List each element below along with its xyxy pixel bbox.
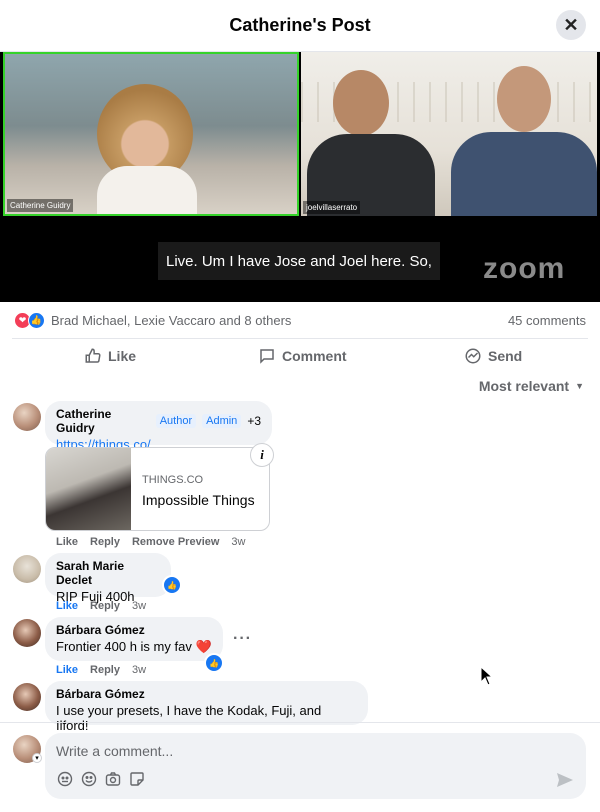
remove-preview-link[interactable]: Remove Preview <box>132 536 219 548</box>
preview-domain: THINGS.CO <box>142 474 204 486</box>
avatar[interactable] <box>13 683 41 711</box>
admin-badge: Admin <box>202 414 242 428</box>
zoom-logo: zoom <box>483 252 566 285</box>
comment-meta: Like Reply 3w <box>56 664 146 676</box>
send-icon[interactable] <box>556 771 574 789</box>
caret-down-icon: ▼ <box>575 381 584 391</box>
commenter-name[interactable]: Bárbara Gómez <box>56 623 212 637</box>
chevron-down-icon[interactable]: ▾ <box>32 753 42 763</box>
like-button[interactable]: Like <box>84 347 136 365</box>
comment-like-link[interactable]: Like <box>56 664 78 676</box>
sort-dropdown[interactable]: Most relevant ▼ <box>479 378 584 394</box>
send-button[interactable]: Send <box>464 347 522 365</box>
avatar[interactable] <box>13 403 41 431</box>
preview-title: Impossible Things <box>142 492 255 508</box>
participant-name: joelvillaserrato <box>303 201 361 214</box>
info-icon[interactable]: i <box>250 443 274 467</box>
commenter-name[interactable]: Catherine Guidry <box>56 407 150 435</box>
comments-count[interactable]: 45 comments <box>508 313 586 328</box>
page-title: Catherine's Post <box>229 15 371 35</box>
avatar[interactable] <box>13 555 41 583</box>
commenter-name[interactable]: Bárbara Gómez <box>56 687 357 701</box>
send-label: Send <box>488 348 523 364</box>
avatar[interactable] <box>13 619 41 647</box>
messenger-icon <box>465 348 481 364</box>
like-reaction-icon[interactable]: 👍 <box>162 575 182 595</box>
comment-bubble: Catherine Guidry Author Admin +3 https:/… <box>45 401 272 452</box>
comment-meta: Like Reply 3w <box>56 600 146 612</box>
author-badge: Author <box>155 414 197 428</box>
live-caption: Live. Um I have Jose and Joel here. So, <box>158 242 440 280</box>
comment-time[interactable]: 3w <box>132 664 146 676</box>
comment-text: I use your presets, I have the Kodak, Fu… <box>56 703 322 733</box>
comment-header: Catherine Guidry Author Admin +3 <box>56 407 261 435</box>
participant-name: Catherine Guidry <box>7 199 74 212</box>
emoji-icon[interactable] <box>81 771 97 787</box>
comment-button[interactable]: Comment <box>258 347 347 365</box>
comment-like-link[interactable]: Like <box>56 600 78 612</box>
reactors-text[interactable]: Brad Michael, Lexie Vaccaro and 8 others <box>51 313 291 328</box>
camera-icon[interactable] <box>105 771 121 787</box>
comment-bubble: Bárbara Gómez I use your presets, I have… <box>45 681 368 733</box>
participant-image <box>497 66 551 132</box>
sticker-icon[interactable] <box>129 771 145 787</box>
sort-label: Most relevant <box>478 378 570 394</box>
comment-bubble: Bárbara Gómez Frontier 400 h is my fav ❤… <box>45 617 223 661</box>
comment-composer <box>45 733 586 799</box>
commenter-name[interactable]: Sarah Marie Declet <box>56 559 160 587</box>
participant-body <box>451 132 597 216</box>
thumbs-up-icon <box>85 348 101 363</box>
participant-image <box>333 70 389 136</box>
more-badges[interactable]: +3 <box>247 414 261 428</box>
like-label: Like <box>108 348 137 364</box>
video-tile-right: joelvillaserrato <box>301 52 597 216</box>
live-video[interactable]: Catherine Guidry joelvillaserrato Live. … <box>0 52 600 302</box>
video-tile-left: Catherine Guidry <box>3 52 299 216</box>
reactions-row: ❤ 👍 Brad Michael, Lexie Vaccaro and 8 ot… <box>0 302 600 338</box>
comment-bubble: Sarah Marie Declet RIP Fuji 400h <box>45 553 171 604</box>
like-reaction-icon: 👍 <box>28 312 45 329</box>
comment-reply-link[interactable]: Reply <box>90 664 120 676</box>
preview-image <box>46 448 131 530</box>
comment-meta: Like Reply Remove Preview 3w <box>56 536 245 548</box>
participant-body <box>97 166 197 214</box>
close-icon: ✕ <box>563 14 579 35</box>
comment-icon <box>260 349 274 364</box>
comment-reply-link[interactable]: Reply <box>90 600 120 612</box>
comment-input[interactable] <box>56 741 536 761</box>
post-header: Catherine's Post ✕ <box>0 0 600 52</box>
more-options-icon[interactable]: ··· <box>233 630 252 648</box>
comment-time[interactable]: 3w <box>132 600 146 612</box>
comment-text: Frontier 400 h is my fav ❤️ <box>56 639 212 654</box>
comment-time[interactable]: 3w <box>231 536 245 548</box>
post-actions: Like Comment Send <box>0 339 600 373</box>
link-preview[interactable]: THINGS.CO Impossible Things <box>45 447 270 531</box>
mouse-cursor-icon <box>480 666 494 686</box>
divider <box>0 722 600 723</box>
comment-label: Comment <box>282 348 347 364</box>
avatar-sticker-icon[interactable] <box>57 771 73 787</box>
like-reaction-icon[interactable]: 👍 <box>204 653 224 673</box>
comment-reply-link[interactable]: Reply <box>90 536 120 548</box>
close-button[interactable]: ✕ <box>556 10 586 40</box>
comment-like-link[interactable]: Like <box>56 536 78 548</box>
reaction-icons[interactable]: ❤ 👍 <box>14 312 46 330</box>
